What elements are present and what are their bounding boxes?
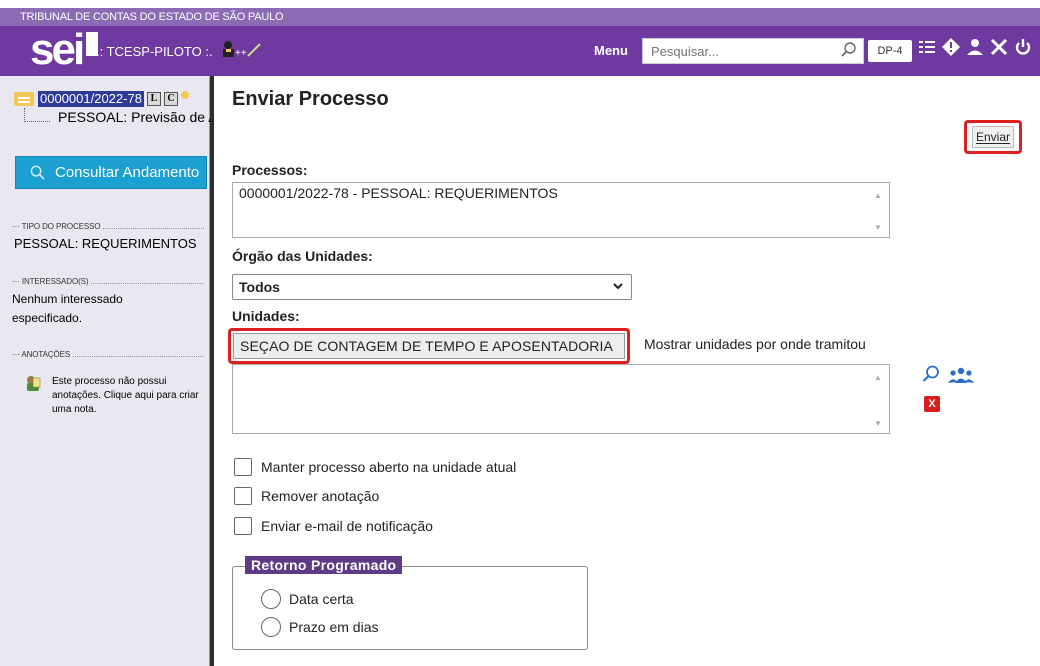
enviar-button[interactable]: Enviar — [971, 126, 1014, 148]
group-units-icon[interactable] — [948, 367, 974, 383]
system-name: .: TCESP-PILOTO :. — [96, 44, 213, 59]
radio-prazo-dias[interactable]: Prazo em dias — [261, 617, 378, 637]
processos-list[interactable]: 0000001/2022-78 - PESSOAL: REQUERIMENTOS… — [232, 182, 890, 238]
unidades-label: Unidades: — [232, 308, 300, 324]
scroll-down-icon[interactable]: ▼ — [873, 223, 883, 233]
checkbox-label[interactable]: Manter processo aberto na unidade atual — [261, 459, 516, 475]
tipo-value: PESSOAL: REQUERIMENTOS — [14, 236, 197, 251]
document-title[interactable]: PESSOAL: Previsão de Aposentadoria — [58, 109, 210, 125]
note-icon[interactable] — [24, 374, 42, 392]
page-title: Enviar Processo — [232, 88, 389, 110]
status-dot-icon — [180, 91, 189, 99]
user-icon[interactable] — [966, 38, 984, 60]
processos-value: 0000001/2022-78 - PESSOAL: REQUERIMENTOS — [239, 185, 558, 201]
consultar-andamento-label: Consultar Andamento — [55, 164, 200, 181]
retorno-programado-legend: Retorno Programado — [245, 556, 403, 574]
checkbox-manter-aberto[interactable]: Manter processo aberto na unidade atual — [234, 458, 516, 476]
svg-text:++: ++ — [235, 48, 247, 58]
checkbox-label[interactable]: Enviar e-mail de notificação — [261, 518, 433, 534]
radio-data-certa[interactable]: Data certa — [261, 589, 354, 609]
orgao-label: Órgão das Unidades: — [232, 248, 373, 264]
consultar-andamento-button[interactable]: Consultar Andamento — [15, 156, 207, 189]
process-number[interactable]: 0000001/2022-78 — [38, 91, 144, 107]
scroll-up-icon[interactable]: ▲ — [873, 373, 883, 383]
checkbox[interactable] — [234, 517, 252, 535]
sei-logo[interactable]: sei — [30, 27, 99, 73]
tools-icon[interactable] — [990, 38, 1008, 60]
section-tipo-header: ··· TIPO DO PROCESSO — [12, 222, 204, 231]
badge-l[interactable]: L — [146, 92, 161, 106]
main-content: Enviar Processo Enviar Processos: 000000… — [214, 76, 1040, 666]
interessados-value-line1: Nenhum interessado — [12, 292, 123, 306]
header-icons — [918, 38, 1032, 60]
process-tree-root[interactable]: 0000001/2022-78 L C — [14, 91, 189, 107]
list-icon[interactable] — [918, 38, 936, 60]
radio-label[interactable]: Prazo em dias — [289, 619, 378, 635]
tree-document[interactable]: PESSOAL: Previsão de Aposentadoria — [52, 109, 210, 125]
search-units-icon[interactable] — [922, 365, 940, 383]
user-tag-icon: ++ — [222, 40, 264, 61]
section-interessados-header: ··· INTERESSADO(S) — [12, 277, 204, 286]
orgao-selected-value: Todos — [239, 279, 280, 295]
scroll-down-icon[interactable]: ▼ — [873, 419, 883, 429]
radio-label[interactable]: Data certa — [289, 591, 354, 607]
top-strip — [0, 0, 1040, 8]
mostrar-unidades-link[interactable]: Mostrar unidades por onde tramitou — [644, 336, 866, 352]
search-box — [642, 38, 864, 64]
unit-selector[interactable]: DP-4 — [868, 40, 912, 62]
checkbox[interactable] — [234, 458, 252, 476]
interessados-value-line2: especificado. — [12, 311, 83, 325]
search-input[interactable] — [643, 39, 828, 63]
checkbox-enviar-email[interactable]: Enviar e-mail de notificação — [234, 517, 433, 535]
organization-name: TRIBUNAL DE CONTAS DO ESTADO DE SÃO PAUL… — [20, 11, 284, 23]
organization-bar: TRIBUNAL DE CONTAS DO ESTADO DE SÃO PAUL… — [0, 8, 1040, 26]
retorno-programado-group: Retorno Programado Data certa Prazo em d… — [232, 556, 588, 650]
radio-button[interactable] — [261, 589, 281, 609]
unidade-input[interactable]: SEÇAO DE CONTAGEM DE TEMPO E APOSENTADOR… — [233, 333, 625, 359]
remove-unit-icon[interactable]: X — [924, 396, 940, 412]
radio-button[interactable] — [261, 617, 281, 637]
search-icon[interactable] — [841, 42, 857, 58]
unidades-list[interactable]: ▲ ▼ — [232, 364, 890, 434]
search-icon — [30, 165, 45, 180]
checkbox[interactable] — [234, 487, 252, 505]
power-icon[interactable] — [1014, 38, 1032, 60]
chevron-down-icon — [613, 283, 623, 290]
orgao-select[interactable]: Todos — [232, 274, 632, 300]
app-header: sei .: TCESP-PILOTO :. ++ Menu DP-4 — [0, 26, 1040, 76]
alert-icon[interactable] — [942, 38, 960, 60]
checkbox-remover-anotacao[interactable]: Remover anotação — [234, 487, 379, 505]
folder-icon — [14, 92, 34, 106]
unidade-input-highlight: SEÇAO DE CONTAGEM DE TEMPO E APOSENTADOR… — [228, 328, 630, 364]
section-anotacoes-header: ··· ANOTAÇÕES — [12, 350, 204, 359]
menu-button[interactable]: Menu — [594, 43, 628, 58]
processos-label: Processos: — [232, 162, 308, 178]
checkbox-label[interactable]: Remover anotação — [261, 488, 379, 504]
tree-connector — [24, 108, 50, 122]
enviar-button-frame: Enviar — [964, 120, 1022, 154]
anotacoes-value[interactable]: Este processo não possui anotações. Cliq… — [52, 375, 202, 417]
scroll-up-icon[interactable]: ▲ — [873, 191, 883, 201]
process-sidebar: 0000001/2022-78 L C PESSOAL: Previsão de… — [0, 76, 210, 666]
badge-c[interactable]: C — [163, 92, 178, 106]
